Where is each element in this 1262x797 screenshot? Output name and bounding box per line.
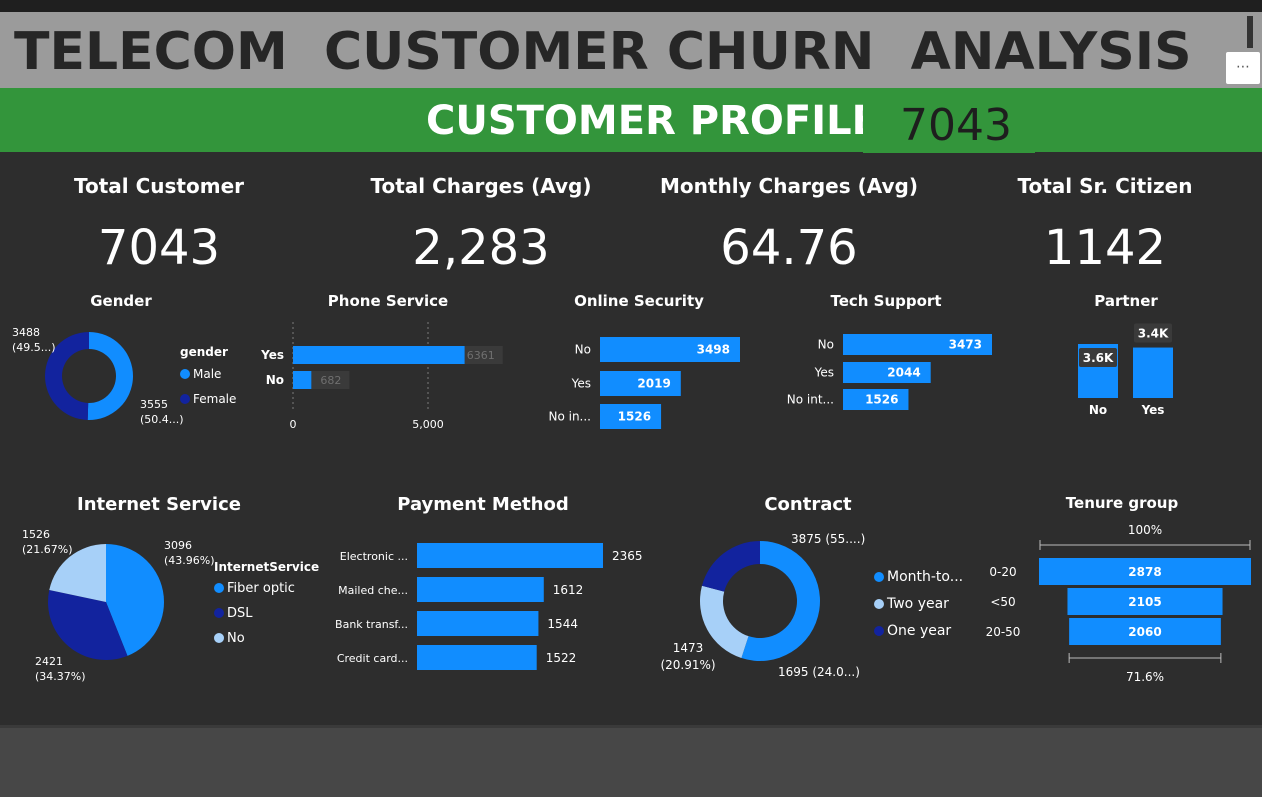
contract-month-label: 3875 (55....) <box>791 532 865 546</box>
security-value-0: 3498 <box>697 343 730 357</box>
techsupport-value-0: 3473 <box>949 338 982 352</box>
internet-legend-marker-1 <box>214 608 224 618</box>
security-category-0: No <box>575 343 591 357</box>
tenure-value-2: 2060 <box>1128 625 1161 639</box>
payment-value-1: 1612 <box>553 583 584 597</box>
gender-male-label: 3555 (50.4...) <box>140 398 184 426</box>
internet-legend-marker-0 <box>214 583 224 593</box>
payment-value-0: 2365 <box>612 549 643 563</box>
contract-legend-marker-0 <box>874 572 884 582</box>
internet-legend-label-1: DSL <box>227 606 253 621</box>
contract-one-year-label: 1473 (20.91%) <box>660 641 715 672</box>
security-category-2: No in... <box>548 410 591 424</box>
tenure-category-0: 0-20 <box>989 565 1016 579</box>
techsupport-value-2: 1526 <box>865 393 898 407</box>
internet-dsl-label: 2421 (34.37%) <box>35 655 86 683</box>
contract-legend-label-2: One year <box>887 623 951 639</box>
payment-bar-0 <box>417 543 603 568</box>
phone-category-0: Yes <box>260 348 284 362</box>
contract-slice-1 <box>700 585 749 659</box>
phone-value-0: 6361 <box>467 349 495 362</box>
techsupport-category-0: No <box>818 338 834 352</box>
contract-legend-label-0: Month-to... <box>887 569 963 585</box>
payment-bar-2 <box>417 611 539 636</box>
payment-bar-1 <box>417 577 544 602</box>
internet-fiber-label: 3096 (43.96%) <box>164 539 215 567</box>
gender-female-label: 3488 (49.5...) <box>12 326 56 354</box>
contract-legend-marker-2 <box>874 626 884 636</box>
payment-category-1: Mailed che... <box>338 584 408 597</box>
payment-value-3: 1522 <box>546 651 577 665</box>
phone-bar-1 <box>293 371 312 389</box>
phone-tick-1: 5,000 <box>412 418 444 431</box>
gender-slice-0 <box>87 332 134 421</box>
partner-label-1: 3.4K <box>1138 327 1169 341</box>
internet-none-label: 1526 (21.67%) <box>22 528 73 556</box>
tenure-category-1: <50 <box>990 595 1015 609</box>
phone-tick-0: 0 <box>290 418 297 431</box>
phone-bar-0 <box>293 346 465 364</box>
security-category-1: Yes <box>571 377 591 391</box>
payment-category-3: Credit card... <box>337 652 408 665</box>
gender-legend-marker-0 <box>180 369 190 379</box>
gender-legend-label-1: Female <box>193 392 236 406</box>
partner-category-1: Yes <box>1141 403 1165 417</box>
phone-category-1: No <box>266 373 284 387</box>
gender-legend-label-0: Male <box>193 367 221 381</box>
dashboard-charts: 3555 (50.4...) 3488 (49.5...) gender Male Fema… <box>12 322 1251 684</box>
tenure-value-0: 2878 <box>1128 565 1161 579</box>
gender-legend-title: gender <box>180 345 228 359</box>
techsupport-category-1: Yes <box>814 366 834 380</box>
partner-label-0: 3.6K <box>1083 351 1114 365</box>
tenure-bottom-label: 71.6% <box>1126 670 1164 684</box>
internet-legend-marker-2 <box>214 633 224 643</box>
contract-slice-2 <box>701 541 760 592</box>
gender-legend-marker-1 <box>180 394 190 404</box>
payment-value-2: 1544 <box>547 617 578 631</box>
techsupport-value-1: 2044 <box>887 366 920 380</box>
internet-legend-title: InternetService <box>214 560 319 574</box>
security-value-2: 1526 <box>618 410 651 424</box>
internet-legend-label-0: Fiber optic <box>227 581 295 596</box>
payment-category-0: Electronic ... <box>340 550 408 563</box>
phone-value-1: 682 <box>320 374 341 387</box>
contract-two-year-label: 1695 (24.0...) <box>778 665 860 679</box>
payment-bar-3 <box>417 645 537 670</box>
contract-legend-label-1: Two year <box>886 596 949 612</box>
footer-panel <box>0 725 1262 797</box>
security-value-1: 2019 <box>637 377 670 391</box>
contract-legend-marker-1 <box>874 599 884 609</box>
tenure-category-2: 20-50 <box>986 625 1021 639</box>
internet-legend-label-2: No <box>227 631 245 646</box>
footer-divider <box>0 725 1262 728</box>
techsupport-category-2: No int... <box>787 393 834 407</box>
payment-category-2: Bank transf... <box>335 618 408 631</box>
tenure-value-1: 2105 <box>1128 595 1161 609</box>
partner-bar-1 <box>1133 347 1173 398</box>
tenure-top-label: 100% <box>1128 523 1162 537</box>
partner-category-0: No <box>1089 403 1107 417</box>
